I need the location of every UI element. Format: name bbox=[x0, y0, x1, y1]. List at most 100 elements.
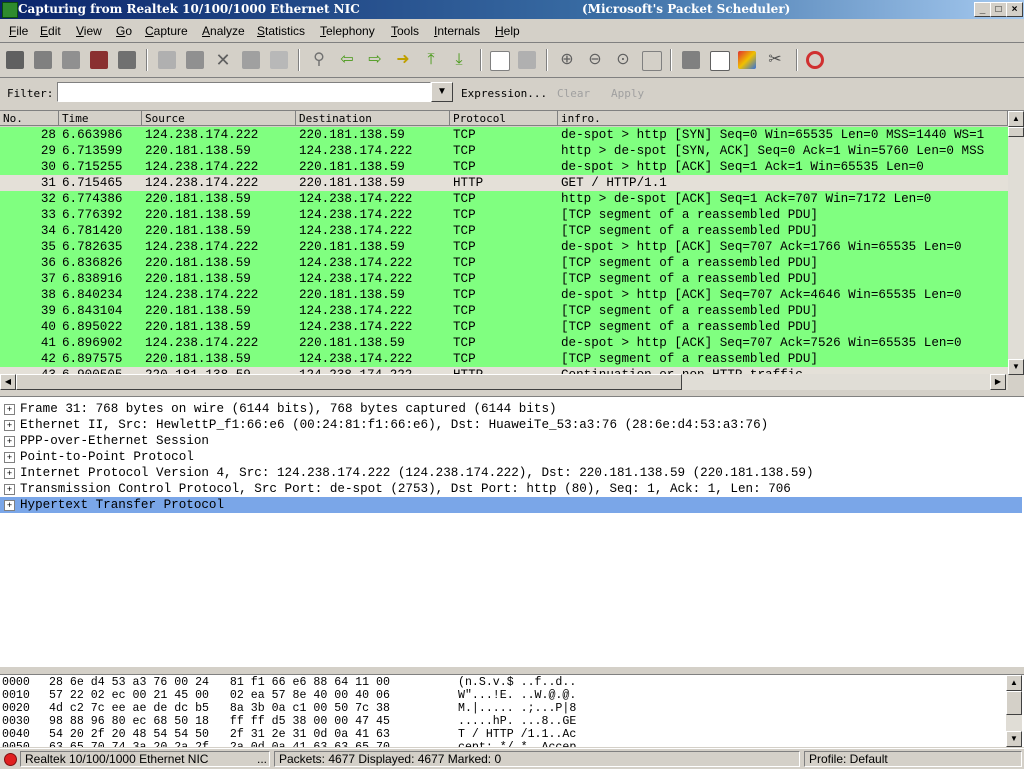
cell-time: 6.897575 bbox=[62, 352, 123, 366]
close-button[interactable]: × bbox=[1006, 2, 1023, 17]
filter-input[interactable] bbox=[57, 82, 431, 102]
close-file-icon[interactable]: ✕ bbox=[214, 51, 232, 69]
expand-icon[interactable]: + bbox=[4, 500, 15, 511]
column-header-no[interactable]: No. bbox=[0, 111, 59, 126]
clear-button[interactable]: Clear bbox=[557, 87, 590, 100]
print-icon[interactable] bbox=[270, 51, 288, 69]
find-packet-icon[interactable]: ⚲ bbox=[310, 51, 328, 69]
cell-destination: 124.238.174.222 bbox=[299, 224, 413, 238]
save-file-icon[interactable] bbox=[186, 51, 204, 69]
scroll-left-button[interactable]: ◀ bbox=[0, 374, 16, 390]
menu-file[interactable]: File bbox=[9, 24, 28, 38]
packet-row[interactable]: 41 6.896902 124.238.174.222 220.181.138.59 T… bbox=[0, 335, 1008, 351]
cell-time: 6.715465 bbox=[62, 176, 123, 190]
packet-row[interactable]: 39 6.843104 220.181.138.59 124.238.174.222 T… bbox=[0, 303, 1008, 319]
packet-row[interactable]: 40 6.895022 220.181.138.59 124.238.174.222 T… bbox=[0, 319, 1008, 335]
packet-list-hscrollbar[interactable]: ◀ ▶ bbox=[0, 374, 1008, 390]
detail-tree-row[interactable]: + Hypertext Transfer Protocol bbox=[0, 497, 1022, 513]
go-forward-icon[interactable]: ⇨ bbox=[366, 51, 384, 69]
scroll-up-button[interactable]: ▲ bbox=[1006, 675, 1022, 691]
coloring-rules-icon[interactable] bbox=[738, 51, 756, 69]
menu-internals[interactable]: Internals bbox=[434, 24, 480, 38]
display-filters-icon[interactable] bbox=[710, 51, 730, 71]
column-header-source[interactable]: Source bbox=[142, 111, 296, 126]
expression-button[interactable]: Expression... bbox=[461, 87, 547, 100]
interface-list-icon[interactable] bbox=[6, 51, 24, 69]
restart-capture-icon[interactable] bbox=[118, 51, 136, 69]
go-to-packet-icon[interactable]: ➜ bbox=[394, 51, 412, 69]
packet-list-vscrollbar[interactable]: ▲ ▼ bbox=[1008, 111, 1024, 375]
scroll-down-button[interactable]: ▼ bbox=[1008, 359, 1024, 375]
packet-row[interactable]: 37 6.838916 220.181.138.59 124.238.174.222 T… bbox=[0, 271, 1008, 287]
expand-icon[interactable]: + bbox=[4, 468, 15, 479]
scroll-thumb[interactable] bbox=[1006, 691, 1022, 715]
packet-row[interactable]: 29 6.713599 220.181.138.59 124.238.174.222 T… bbox=[0, 143, 1008, 159]
detail-tree-row[interactable]: + Point-to-Point Protocol bbox=[0, 449, 1022, 465]
column-header-destination[interactable]: Destination bbox=[296, 111, 450, 126]
scroll-up-button[interactable]: ▲ bbox=[1008, 111, 1024, 127]
menu-edit[interactable]: Edit bbox=[40, 24, 61, 38]
packet-row[interactable]: 30 6.715255 124.238.174.222 220.181.138.59 T… bbox=[0, 159, 1008, 175]
expand-icon[interactable]: + bbox=[4, 404, 15, 415]
go-first-icon[interactable]: ⤒ bbox=[422, 51, 440, 69]
packet-row[interactable]: 38 6.840234 124.238.174.222 220.181.138.59 T… bbox=[0, 287, 1008, 303]
hex-offset: 0030 bbox=[2, 715, 30, 728]
colorize-icon[interactable] bbox=[490, 51, 510, 71]
packet-row[interactable]: 32 6.774386 220.181.138.59 124.238.174.222 T… bbox=[0, 191, 1008, 207]
packet-row[interactable]: 28 6.663986 124.238.174.222 220.181.138.59 T… bbox=[0, 127, 1008, 143]
reload-icon[interactable] bbox=[242, 51, 260, 69]
auto-scroll-icon[interactable] bbox=[518, 51, 536, 69]
column-header-protocol[interactable]: Protocol bbox=[450, 111, 558, 126]
packet-row[interactable]: 31 6.715465 124.238.174.222 220.181.138.59 H… bbox=[0, 175, 1008, 191]
detail-tree-row[interactable]: + PPP-over-Ethernet Session bbox=[0, 433, 1022, 449]
expand-icon[interactable]: + bbox=[4, 436, 15, 447]
filter-dropdown-button[interactable]: ▼ bbox=[431, 82, 453, 102]
detail-tree-row[interactable]: + Ethernet II, Src: HewlettP_f1:66:e6 (00… bbox=[0, 417, 1022, 433]
status-profile[interactable]: Profile: Default bbox=[804, 751, 1022, 767]
scroll-right-button[interactable]: ▶ bbox=[990, 374, 1006, 390]
menu-help[interactable]: Help bbox=[495, 24, 520, 38]
go-last-icon[interactable]: ⤓ bbox=[450, 51, 468, 69]
packet-row[interactable]: 42 6.897575 220.181.138.59 124.238.174.222 T… bbox=[0, 351, 1008, 367]
expand-icon[interactable]: + bbox=[4, 452, 15, 463]
menu-go[interactable]: Go bbox=[116, 24, 132, 38]
zoom-out-icon[interactable]: ⊖ bbox=[586, 51, 604, 69]
stop-capture-icon[interactable] bbox=[90, 51, 108, 69]
hex-offset: 0000 bbox=[2, 676, 30, 689]
capture-status-icon[interactable] bbox=[4, 753, 17, 766]
help-icon[interactable] bbox=[806, 51, 824, 69]
packet-row[interactable]: 35 6.782635 124.238.174.222 220.181.138.59 T… bbox=[0, 239, 1008, 255]
menu-telephony[interactable]: Telephony bbox=[320, 24, 375, 38]
expand-icon[interactable]: + bbox=[4, 420, 15, 431]
detail-tree-row[interactable]: + Internet Protocol Version 4, Src: 124.2… bbox=[0, 465, 1022, 481]
hscroll-thumb[interactable] bbox=[16, 374, 682, 390]
capture-options-icon[interactable] bbox=[34, 51, 52, 69]
packet-row[interactable]: 33 6.776392 220.181.138.59 124.238.174.222 T… bbox=[0, 207, 1008, 223]
minimize-button[interactable]: _ bbox=[974, 2, 991, 17]
menu-capture[interactable]: Capture bbox=[145, 24, 188, 38]
packet-row[interactable]: 36 6.836826 220.181.138.59 124.238.174.222 T… bbox=[0, 255, 1008, 271]
maximize-button[interactable]: □ bbox=[990, 2, 1007, 17]
detail-tree-row[interactable]: + Frame 31: 768 bytes on wire (6144 bits)… bbox=[0, 401, 1022, 417]
expand-icon[interactable]: + bbox=[4, 484, 15, 495]
menu-analyze[interactable]: Analyze bbox=[202, 24, 245, 38]
capture-filters-icon[interactable] bbox=[682, 51, 700, 69]
menu-statistics[interactable]: Statistics bbox=[257, 24, 305, 38]
detail-tree-row[interactable]: + Transmission Control Protocol, Src Port… bbox=[0, 481, 1022, 497]
bytes-vscrollbar[interactable]: ▲ ▼ bbox=[1006, 675, 1022, 747]
resize-columns-icon[interactable] bbox=[642, 51, 662, 71]
normal-size-icon[interactable]: ⊙ bbox=[614, 51, 632, 69]
column-header-time[interactable]: Time bbox=[59, 111, 142, 126]
packet-row[interactable]: 34 6.781420 220.181.138.59 124.238.174.222 T… bbox=[0, 223, 1008, 239]
column-header-info[interactable]: infro. bbox=[558, 111, 1008, 126]
open-file-icon[interactable] bbox=[158, 51, 176, 69]
apply-button[interactable]: Apply bbox=[611, 87, 644, 100]
zoom-in-icon[interactable]: ⊕ bbox=[558, 51, 576, 69]
menu-view[interactable]: View bbox=[76, 24, 102, 38]
scroll-down-button[interactable]: ▼ bbox=[1006, 731, 1022, 747]
start-capture-icon[interactable] bbox=[62, 51, 80, 69]
preferences-icon[interactable]: ✂ bbox=[766, 51, 784, 69]
scroll-thumb[interactable] bbox=[1008, 127, 1024, 137]
go-back-icon[interactable]: ⇦ bbox=[338, 51, 356, 69]
menu-tools[interactable]: Tools bbox=[391, 24, 419, 38]
